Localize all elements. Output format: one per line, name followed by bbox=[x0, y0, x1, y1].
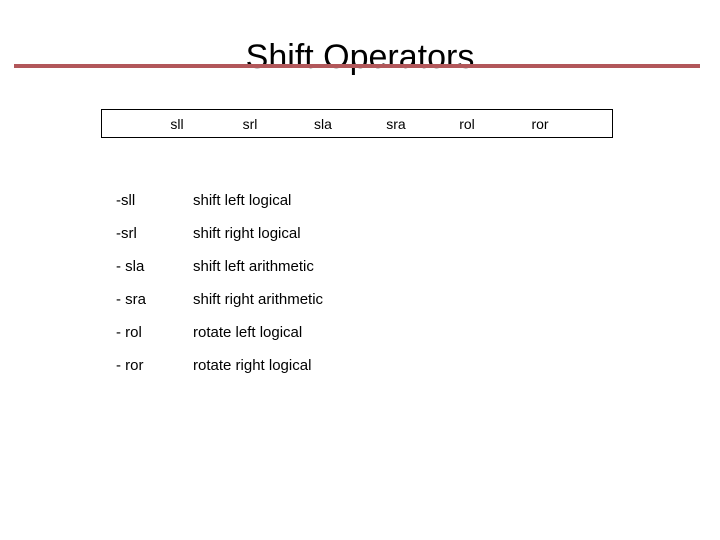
table-header-cell-sra: sra bbox=[386, 116, 406, 132]
operator-mnemonic: - rol bbox=[116, 324, 142, 341]
operator-description: shift left arithmetic bbox=[193, 258, 314, 275]
operator-description: rotate right logical bbox=[193, 357, 312, 374]
list-item: - ror rotate right logical bbox=[0, 355, 720, 388]
operator-header-table: sll srl sla sra rol ror bbox=[101, 109, 613, 138]
operator-description: shift right arithmetic bbox=[193, 291, 324, 308]
list-item: - rol rotate left logical bbox=[0, 322, 720, 355]
operator-description-list: -sll shift left logical -srl shift right… bbox=[0, 190, 720, 388]
table-header-cell-sla: sla bbox=[314, 116, 332, 132]
operator-mnemonic: - sra bbox=[116, 291, 146, 308]
slide-canvas: Shift Operators sll srl sla sra rol ror … bbox=[0, 0, 720, 540]
operator-description: rotate left logical bbox=[193, 324, 303, 341]
operator-mnemonic: -srl bbox=[116, 225, 137, 242]
title-block: Shift Operators bbox=[0, 14, 720, 100]
table-header-cell-sll: sll bbox=[170, 116, 184, 132]
operator-mnemonic: - sla bbox=[116, 258, 145, 275]
list-item: - sla shift left arithmetic bbox=[0, 256, 720, 289]
operator-description: shift left logical bbox=[193, 192, 292, 209]
table-header-cell-srl: srl bbox=[242, 116, 258, 132]
operator-mnemonic: - ror bbox=[116, 357, 144, 374]
page-title: Shift Operators bbox=[245, 37, 475, 76]
operator-mnemonic: -sll bbox=[116, 192, 136, 209]
title-divider-rule bbox=[14, 64, 700, 68]
table-header-cell-rol: rol bbox=[459, 116, 475, 132]
list-item: -srl shift right logical bbox=[0, 223, 720, 256]
list-item: -sll shift left logical bbox=[0, 190, 720, 223]
table-header-cell-ror: ror bbox=[531, 116, 549, 132]
list-item: - sra shift right arithmetic bbox=[0, 289, 720, 322]
operator-description: shift right logical bbox=[193, 225, 301, 242]
